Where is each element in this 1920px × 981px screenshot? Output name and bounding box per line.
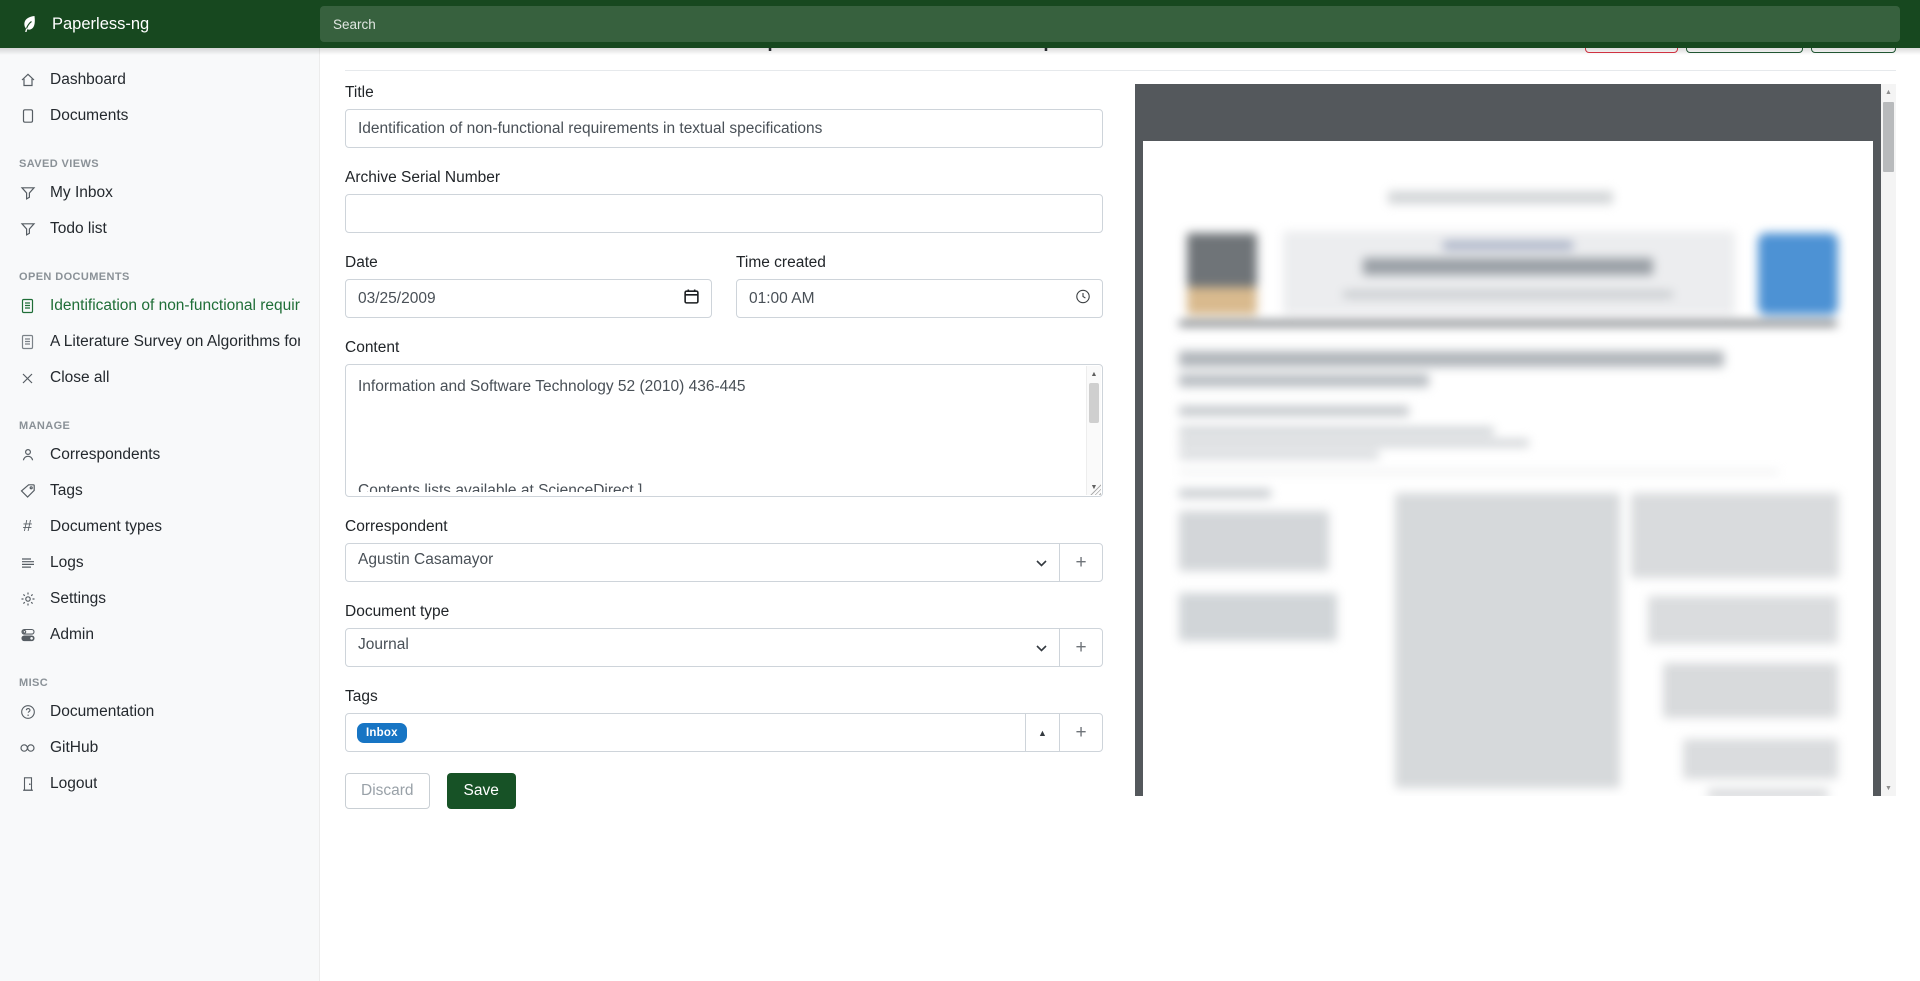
sidebar-item-documentation[interactable]: Documentation — [0, 694, 319, 730]
asn-label: Archive Serial Number — [345, 169, 1103, 187]
main-content: Identification of non-functional require… — [321, 0, 1920, 839]
title-input[interactable] — [345, 109, 1103, 148]
sidebar-item-my-inbox[interactable]: My Inbox — [0, 175, 319, 211]
scrollbar-thumb[interactable] — [1883, 102, 1894, 172]
archive-serial-number-input[interactable] — [345, 194, 1103, 233]
scroll-down-arrow-icon[interactable]: ▼ — [1881, 781, 1896, 795]
sidebar-item-open-doc-literature-survey[interactable]: A Literature Survey on Algorithms for Mu… — [0, 324, 319, 360]
gear-icon — [19, 591, 36, 608]
text-lines-icon — [19, 555, 36, 572]
pdf-preview[interactable]: ▲ ▼ — [1135, 84, 1896, 796]
add-document-type-button[interactable]: + — [1059, 628, 1103, 667]
sidebar-item-correspondents[interactable]: Correspondents — [0, 437, 319, 473]
content-scrollbar[interactable]: ▲ ▼ — [1086, 366, 1101, 495]
filter-icon — [19, 185, 36, 202]
title-label: Title — [345, 84, 1103, 102]
content-textarea[interactable]: Information and Software Technology 52 (… — [345, 364, 1103, 497]
sidebar-item-todo-list[interactable]: Todo list — [0, 211, 319, 247]
sidebar-item-document-types[interactable]: # Document types — [0, 509, 319, 545]
document-preview-column: ▲ ▼ — [1135, 84, 1896, 796]
sidebar-item-settings[interactable]: Settings — [0, 581, 319, 617]
person-icon — [19, 447, 36, 464]
file-text-icon — [19, 298, 36, 315]
correspondent-label: Correspondent — [345, 518, 1103, 536]
app-brand[interactable]: Paperless-ng — [0, 13, 320, 35]
sidebar-item-open-doc-identification[interactable]: Identification of non-functional require… — [0, 288, 319, 324]
add-correspondent-button[interactable]: + — [1059, 543, 1103, 582]
date-label: Date — [345, 254, 712, 272]
sidebar-item-dashboard[interactable]: Dashboard — [0, 62, 319, 98]
sidebar-item-documents[interactable]: Documents — [0, 98, 319, 134]
sidebar-item-tags[interactable]: Tags — [0, 473, 319, 509]
toggles-icon — [19, 627, 36, 644]
sidebar-section-manage: MANAGE — [19, 420, 300, 432]
pdf-page — [1143, 141, 1873, 796]
save-button[interactable]: Save — [447, 773, 516, 809]
sidebar-item-logout[interactable]: Logout — [0, 766, 319, 802]
preview-scrollbar[interactable]: ▲ ▼ — [1881, 84, 1896, 796]
close-icon — [19, 370, 36, 387]
date-input[interactable] — [345, 279, 712, 318]
time-created-input[interactable] — [736, 279, 1103, 318]
discard-button[interactable]: Discard — [345, 773, 430, 809]
chevron-down-icon — [1036, 639, 1047, 657]
search-input[interactable] — [320, 6, 1900, 42]
tag-chip-inbox[interactable]: Inbox — [357, 723, 407, 743]
sidebar-section-open-documents: OPEN DOCUMENTS — [19, 271, 300, 283]
document-type-select[interactable]: Journal — [345, 628, 1060, 667]
sidebar-item-logs[interactable]: Logs — [0, 545, 319, 581]
content-label: Content — [345, 339, 1103, 357]
sidebar: Dashboard Documents SAVED VIEWS My Inbox… — [0, 48, 320, 981]
home-icon — [19, 72, 36, 89]
documents-icon — [19, 108, 36, 125]
add-tag-button[interactable]: + — [1059, 713, 1103, 752]
tags-dropdown-toggle-button[interactable]: ▲ — [1025, 713, 1060, 752]
file-text-icon — [19, 334, 36, 351]
document-edit-form: Title Archive Serial Number Date — [345, 84, 1103, 839]
scrollbar-thumb[interactable] — [1089, 383, 1099, 423]
chevron-down-icon — [1036, 554, 1047, 572]
link-icon — [19, 740, 36, 757]
tags-label: Tags — [345, 688, 1103, 706]
hash-icon: # — [19, 519, 36, 536]
filter-icon — [19, 221, 36, 238]
tag-icon — [19, 483, 36, 500]
app-brand-label: Paperless-ng — [52, 15, 149, 34]
door-icon — [19, 776, 36, 793]
sidebar-item-github[interactable]: GitHub — [0, 730, 319, 766]
scroll-up-arrow-icon[interactable]: ▲ — [1087, 367, 1101, 381]
scroll-up-arrow-icon[interactable]: ▲ — [1881, 85, 1896, 99]
sidebar-item-admin[interactable]: Admin — [0, 617, 319, 653]
sidebar-section-saved-views: SAVED VIEWS — [19, 158, 300, 170]
sidebar-item-close-all[interactable]: Close all — [0, 360, 319, 396]
time-created-label: Time created — [736, 254, 1103, 272]
paperless-leaf-logo-icon — [19, 13, 41, 35]
top-navbar: Paperless-ng — [0, 0, 1920, 48]
document-type-label: Document type — [345, 603, 1103, 621]
tags-input[interactable]: Inbox — [345, 713, 1026, 752]
correspondent-select[interactable]: Agustin Casamayor — [345, 543, 1060, 582]
question-circle-icon — [19, 704, 36, 721]
sidebar-section-misc: MISC — [19, 677, 300, 689]
blurred-page-content — [1143, 141, 1873, 796]
